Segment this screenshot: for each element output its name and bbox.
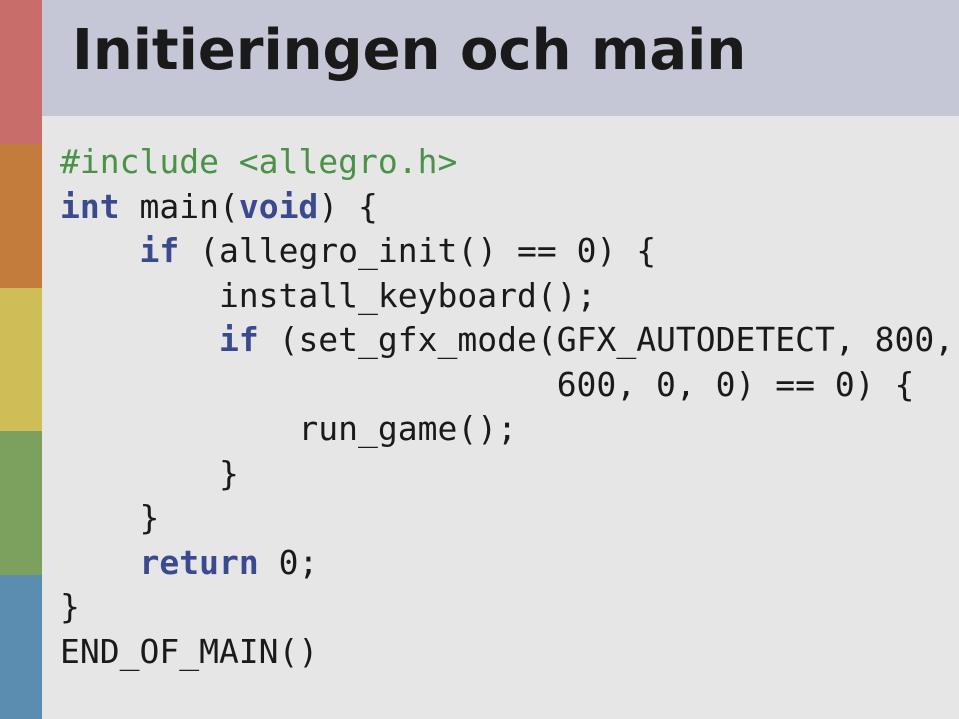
code-text: } (60, 498, 159, 537)
code-return: return (139, 543, 258, 582)
code-text: main( (120, 187, 239, 226)
slide: Initieringen och main #include <allegro.… (0, 0, 959, 719)
code-int: int (60, 187, 120, 226)
bar-red (0, 0, 42, 144)
code-if: if (139, 231, 179, 270)
code-block: #include <allegro.h> int main(void) { if… (60, 140, 954, 675)
code-text: run_game(); (60, 409, 517, 448)
code-text: 600, 0, 0) == 0) { (60, 365, 914, 404)
code-if: if (219, 320, 259, 359)
code-text: } (60, 454, 239, 493)
bar-green (0, 431, 42, 575)
code-text: END_OF_MAIN() (60, 632, 318, 671)
slide-title: Initieringen och main (72, 18, 746, 83)
code-void: void (239, 187, 318, 226)
code-text: 0; (259, 543, 319, 582)
side-color-bars (0, 0, 42, 719)
bar-orange (0, 144, 42, 288)
bar-yellow (0, 288, 42, 432)
code-text: (allegro_init() == 0) { (179, 231, 656, 270)
code-indent (60, 543, 139, 582)
code-indent (60, 320, 219, 359)
code-text: install_keyboard(); (60, 276, 596, 315)
code-include: #include <allegro.h> (60, 142, 457, 181)
code-text: ) { (318, 187, 378, 226)
code-text: (set_gfx_mode(GFX_AUTODETECT, 800, (259, 320, 954, 359)
bar-blue (0, 575, 42, 719)
code-text: } (60, 587, 80, 626)
code-indent (60, 231, 139, 270)
